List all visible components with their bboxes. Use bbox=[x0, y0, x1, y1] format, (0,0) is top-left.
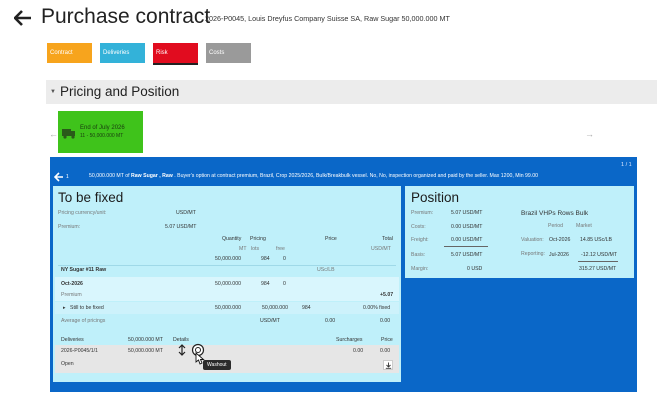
next-period-arrow-icon[interactable]: → bbox=[585, 129, 594, 139]
position-premium-label: Premium: bbox=[411, 210, 434, 216]
reporting-period: Jul-2026 bbox=[549, 252, 569, 258]
month-quantity: 50,000.000 bbox=[215, 281, 241, 287]
position-market-title: Brazil VHPs Rows Bulk bbox=[521, 210, 589, 217]
average-price: 0.00 bbox=[325, 318, 336, 324]
position-freight-value: 0.00 USD/MT bbox=[451, 237, 483, 243]
pricing-currency-value: USD/MT bbox=[176, 210, 196, 216]
contract-subtitle: 2026-P0045, Louis Dreyfus Company Suisse… bbox=[205, 14, 450, 23]
average-unit: USD/MT bbox=[260, 318, 280, 324]
tab-deliveries[interactable]: Deliveries bbox=[100, 43, 145, 63]
col-price: Price bbox=[325, 236, 337, 242]
market-name: NY Sugar #11 Raw bbox=[61, 267, 107, 273]
position-freight-label: Freight: bbox=[411, 237, 429, 243]
delivery-price: 0.00 bbox=[380, 348, 391, 354]
price-header: Price bbox=[381, 337, 393, 343]
position-costs-value: 0.00 USD/MT bbox=[451, 224, 483, 230]
total-quantity: 50,000.000 bbox=[215, 256, 241, 262]
valuation-value: 14.85 USc/LB bbox=[580, 237, 613, 243]
deliveries-label: Deliveries bbox=[61, 337, 84, 343]
page-title: Purchase contract bbox=[41, 5, 211, 28]
col-quantity: Quantity bbox=[222, 236, 242, 242]
back-arrow-icon[interactable] bbox=[14, 10, 32, 26]
still-quantity-2: 50,000.000 bbox=[262, 305, 288, 311]
previous-period-arrow-icon[interactable]: ← bbox=[49, 129, 58, 139]
valuation-period: Oct-2026 bbox=[549, 237, 571, 243]
header: Purchase contract 2026-P0045, Louis Drey… bbox=[0, 0, 657, 36]
position-col-period: Period bbox=[548, 223, 563, 229]
position-costs-label: Costs: bbox=[411, 224, 426, 230]
tab-risk[interactable]: Risk bbox=[153, 43, 198, 65]
premium-row-label: Premium bbox=[61, 292, 82, 298]
average-label: Average of pricings bbox=[61, 318, 106, 324]
col-unit-total: USD/MT bbox=[371, 246, 391, 252]
position-basis-value: 5.07 USD/MT bbox=[451, 252, 483, 258]
period-quantity: 11 - 50,000.000 MT bbox=[80, 133, 124, 139]
total-free: 0 bbox=[283, 256, 286, 262]
month-label: Oct-2026 bbox=[61, 281, 83, 287]
expand-chevron-icon[interactable]: ▸ bbox=[63, 305, 66, 311]
divider bbox=[58, 265, 396, 266]
truck-icon bbox=[62, 129, 75, 139]
details-header: Details bbox=[173, 337, 189, 343]
position-basis-label: Basis: bbox=[411, 252, 426, 258]
tab-costs[interactable]: Costs bbox=[206, 43, 251, 63]
item-count: 1 bbox=[66, 174, 69, 180]
tab-contract[interactable]: Contract bbox=[47, 43, 92, 63]
premium-row-value: +5.07 bbox=[380, 292, 394, 298]
still-label: Still to be fixed bbox=[70, 305, 104, 311]
col-pricing: Pricing bbox=[250, 236, 266, 242]
description-product: Raw Sugar , Raw bbox=[131, 173, 173, 179]
position-margin-label: Margin: bbox=[411, 266, 429, 272]
pricing-currency-label: Pricing currency/unit: bbox=[58, 210, 107, 216]
delivery-quantity: 50,000.000 MT bbox=[128, 348, 163, 354]
premium-label: Premium: bbox=[58, 224, 81, 230]
collapse-chevron-icon[interactable]: ▼ bbox=[50, 89, 56, 95]
split-arrows-icon[interactable] bbox=[178, 344, 186, 356]
description-post: . Buyer's option at contract premium, Br… bbox=[172, 173, 539, 179]
position-margin-value: 0 USD bbox=[467, 266, 483, 272]
col-total: Total bbox=[382, 236, 393, 242]
still-lots: 984 bbox=[302, 305, 311, 311]
valuation-label: Valuation: bbox=[521, 237, 544, 243]
divider bbox=[578, 261, 618, 262]
month-free: 0 bbox=[283, 281, 286, 287]
month-lots: 984 bbox=[261, 281, 270, 287]
deliveries-quantity: 50,000.000 MT bbox=[128, 337, 163, 343]
still-quantity: 50,000.000 bbox=[215, 305, 241, 311]
delivery-surcharges: 0.00 bbox=[353, 348, 364, 354]
reporting-label: Reporting: bbox=[521, 251, 545, 257]
period-card[interactable]: End of July 2026 11 - 50,000.000 MT bbox=[58, 111, 143, 153]
to-be-fixed-title: To be fixed bbox=[58, 190, 124, 205]
divider bbox=[444, 246, 488, 247]
description-pre: 50,000.000 MT of bbox=[89, 173, 132, 179]
total-lots: 984 bbox=[261, 256, 270, 262]
position-col-market: Market bbox=[576, 223, 592, 229]
col-unit-mt: MT bbox=[239, 246, 247, 252]
reporting-value-2: 315.27 USD/MT bbox=[579, 266, 617, 272]
premium-value: 5.07 USD/MT bbox=[165, 224, 197, 230]
still-fixed: 0.00% fixed bbox=[363, 305, 391, 311]
section-header[interactable]: ▼ Pricing and Position bbox=[46, 80, 657, 104]
position-premium-value: 5.07 USD/MT bbox=[451, 210, 483, 216]
col-lots: lots bbox=[251, 246, 260, 252]
delivery-reference[interactable]: 2026-P0045/1/1 bbox=[61, 348, 98, 354]
page-indicator: 1 / 1 bbox=[621, 162, 632, 168]
download-icon bbox=[385, 362, 392, 369]
delivery-status: Open bbox=[61, 361, 74, 367]
washout-tooltip: Washout bbox=[203, 360, 231, 370]
back-arrow-icon[interactable] bbox=[54, 172, 64, 182]
position-title: Position bbox=[411, 190, 460, 205]
market-unit: USc/LB bbox=[317, 267, 335, 273]
reporting-value: -12.12 USD/MT bbox=[581, 252, 618, 258]
col-free: free bbox=[276, 246, 285, 252]
surcharges-header: Surcharges bbox=[336, 337, 363, 343]
average-total: 0.00 bbox=[380, 318, 391, 324]
section-title: Pricing and Position bbox=[60, 84, 180, 99]
download-button[interactable] bbox=[383, 360, 393, 370]
contract-description: 50,000.000 MT of Raw Sugar , Raw . Buyer… bbox=[89, 173, 538, 179]
period-title: End of July 2026 bbox=[80, 125, 125, 131]
